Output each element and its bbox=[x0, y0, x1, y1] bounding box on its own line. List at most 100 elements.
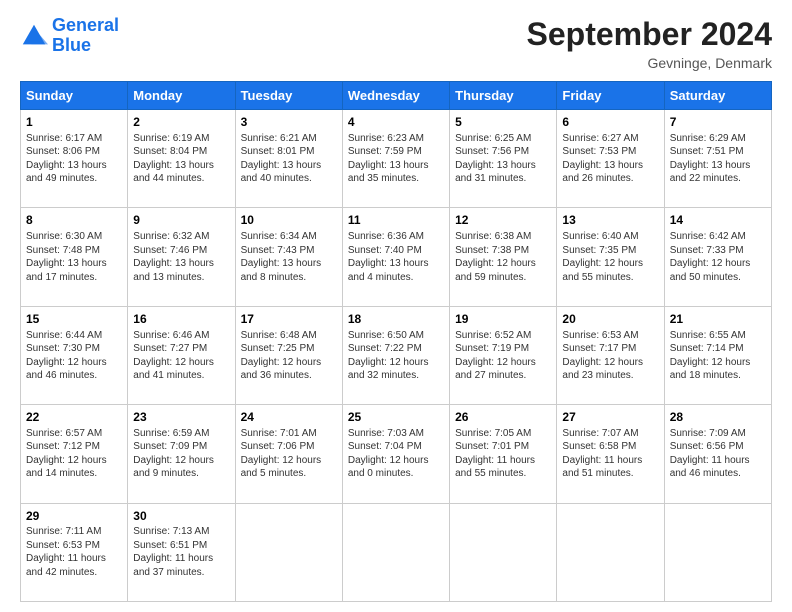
day-number: 7 bbox=[670, 114, 766, 131]
day-detail: Sunrise: 7:03 AMSunset: 7:04 PMDaylight:… bbox=[348, 427, 444, 481]
calendar-cell: 2Sunrise: 6:19 AMSunset: 8:04 PMDaylight… bbox=[128, 110, 235, 208]
calendar-cell: 24Sunrise: 7:01 AMSunset: 7:06 PMDayligh… bbox=[235, 405, 342, 503]
day-number: 3 bbox=[241, 114, 337, 131]
day-number: 4 bbox=[348, 114, 444, 131]
header: General Blue September 2024 Gevninge, De… bbox=[20, 16, 772, 71]
calendar-cell: 21Sunrise: 6:55 AMSunset: 7:14 PMDayligh… bbox=[664, 306, 771, 404]
col-header-saturday: Saturday bbox=[664, 82, 771, 110]
calendar-cell: 26Sunrise: 7:05 AMSunset: 7:01 PMDayligh… bbox=[450, 405, 557, 503]
day-number: 9 bbox=[133, 212, 229, 229]
page: General Blue September 2024 Gevninge, De… bbox=[0, 0, 792, 612]
week-row-4: 22Sunrise: 6:57 AMSunset: 7:12 PMDayligh… bbox=[21, 405, 772, 503]
calendar-cell: 16Sunrise: 6:46 AMSunset: 7:27 PMDayligh… bbox=[128, 306, 235, 404]
day-number: 10 bbox=[241, 212, 337, 229]
day-number: 19 bbox=[455, 311, 551, 328]
day-number: 29 bbox=[26, 508, 122, 525]
day-detail: Sunrise: 6:46 AMSunset: 7:27 PMDaylight:… bbox=[133, 329, 229, 383]
day-number: 13 bbox=[562, 212, 658, 229]
col-header-monday: Monday bbox=[128, 82, 235, 110]
day-detail: Sunrise: 6:52 AMSunset: 7:19 PMDaylight:… bbox=[455, 329, 551, 383]
day-detail: Sunrise: 6:40 AMSunset: 7:35 PMDaylight:… bbox=[562, 230, 658, 284]
calendar-cell: 22Sunrise: 6:57 AMSunset: 7:12 PMDayligh… bbox=[21, 405, 128, 503]
location: Gevninge, Denmark bbox=[527, 55, 772, 71]
day-number: 28 bbox=[670, 409, 766, 426]
day-detail: Sunrise: 6:25 AMSunset: 7:56 PMDaylight:… bbox=[455, 132, 551, 186]
day-detail: Sunrise: 6:48 AMSunset: 7:25 PMDaylight:… bbox=[241, 329, 337, 383]
day-detail: Sunrise: 6:23 AMSunset: 7:59 PMDaylight:… bbox=[348, 132, 444, 186]
week-row-1: 1Sunrise: 6:17 AMSunset: 8:06 PMDaylight… bbox=[21, 110, 772, 208]
calendar-cell bbox=[235, 503, 342, 601]
day-detail: Sunrise: 6:53 AMSunset: 7:17 PMDaylight:… bbox=[562, 329, 658, 383]
day-detail: Sunrise: 7:11 AMSunset: 6:53 PMDaylight:… bbox=[26, 525, 122, 579]
calendar-cell: 15Sunrise: 6:44 AMSunset: 7:30 PMDayligh… bbox=[21, 306, 128, 404]
col-header-thursday: Thursday bbox=[450, 82, 557, 110]
calendar-cell: 23Sunrise: 6:59 AMSunset: 7:09 PMDayligh… bbox=[128, 405, 235, 503]
month-title: September 2024 bbox=[527, 16, 772, 53]
day-number: 30 bbox=[133, 508, 229, 525]
calendar-cell: 12Sunrise: 6:38 AMSunset: 7:38 PMDayligh… bbox=[450, 208, 557, 306]
day-number: 5 bbox=[455, 114, 551, 131]
calendar-cell: 18Sunrise: 6:50 AMSunset: 7:22 PMDayligh… bbox=[342, 306, 449, 404]
calendar-cell: 6Sunrise: 6:27 AMSunset: 7:53 PMDaylight… bbox=[557, 110, 664, 208]
calendar-cell: 27Sunrise: 7:07 AMSunset: 6:58 PMDayligh… bbox=[557, 405, 664, 503]
day-number: 21 bbox=[670, 311, 766, 328]
logo-text: General Blue bbox=[52, 16, 119, 56]
day-number: 24 bbox=[241, 409, 337, 426]
calendar-cell: 8Sunrise: 6:30 AMSunset: 7:48 PMDaylight… bbox=[21, 208, 128, 306]
calendar-cell: 30Sunrise: 7:13 AMSunset: 6:51 PMDayligh… bbox=[128, 503, 235, 601]
day-number: 20 bbox=[562, 311, 658, 328]
calendar-cell: 13Sunrise: 6:40 AMSunset: 7:35 PMDayligh… bbox=[557, 208, 664, 306]
day-number: 18 bbox=[348, 311, 444, 328]
col-header-friday: Friday bbox=[557, 82, 664, 110]
calendar-cell: 9Sunrise: 6:32 AMSunset: 7:46 PMDaylight… bbox=[128, 208, 235, 306]
logo: General Blue bbox=[20, 16, 119, 56]
day-detail: Sunrise: 7:13 AMSunset: 6:51 PMDaylight:… bbox=[133, 525, 229, 579]
calendar-cell bbox=[664, 503, 771, 601]
week-row-5: 29Sunrise: 7:11 AMSunset: 6:53 PMDayligh… bbox=[21, 503, 772, 601]
day-number: 6 bbox=[562, 114, 658, 131]
day-number: 11 bbox=[348, 212, 444, 229]
week-row-3: 15Sunrise: 6:44 AMSunset: 7:30 PMDayligh… bbox=[21, 306, 772, 404]
col-header-sunday: Sunday bbox=[21, 82, 128, 110]
calendar-cell bbox=[342, 503, 449, 601]
day-number: 26 bbox=[455, 409, 551, 426]
logo-icon bbox=[20, 22, 48, 50]
col-header-tuesday: Tuesday bbox=[235, 82, 342, 110]
calendar-cell: 3Sunrise: 6:21 AMSunset: 8:01 PMDaylight… bbox=[235, 110, 342, 208]
calendar-cell: 25Sunrise: 7:03 AMSunset: 7:04 PMDayligh… bbox=[342, 405, 449, 503]
day-detail: Sunrise: 6:50 AMSunset: 7:22 PMDaylight:… bbox=[348, 329, 444, 383]
day-detail: Sunrise: 6:27 AMSunset: 7:53 PMDaylight:… bbox=[562, 132, 658, 186]
day-detail: Sunrise: 6:38 AMSunset: 7:38 PMDaylight:… bbox=[455, 230, 551, 284]
calendar-cell: 17Sunrise: 6:48 AMSunset: 7:25 PMDayligh… bbox=[235, 306, 342, 404]
day-detail: Sunrise: 6:36 AMSunset: 7:40 PMDaylight:… bbox=[348, 230, 444, 284]
calendar: SundayMondayTuesdayWednesdayThursdayFrid… bbox=[20, 81, 772, 602]
calendar-cell: 1Sunrise: 6:17 AMSunset: 8:06 PMDaylight… bbox=[21, 110, 128, 208]
day-detail: Sunrise: 6:44 AMSunset: 7:30 PMDaylight:… bbox=[26, 329, 122, 383]
calendar-cell: 7Sunrise: 6:29 AMSunset: 7:51 PMDaylight… bbox=[664, 110, 771, 208]
day-number: 14 bbox=[670, 212, 766, 229]
calendar-cell: 28Sunrise: 7:09 AMSunset: 6:56 PMDayligh… bbox=[664, 405, 771, 503]
calendar-cell bbox=[557, 503, 664, 601]
day-number: 27 bbox=[562, 409, 658, 426]
day-number: 2 bbox=[133, 114, 229, 131]
week-row-2: 8Sunrise: 6:30 AMSunset: 7:48 PMDaylight… bbox=[21, 208, 772, 306]
day-number: 15 bbox=[26, 311, 122, 328]
day-detail: Sunrise: 6:29 AMSunset: 7:51 PMDaylight:… bbox=[670, 132, 766, 186]
day-detail: Sunrise: 6:21 AMSunset: 8:01 PMDaylight:… bbox=[241, 132, 337, 186]
day-detail: Sunrise: 6:30 AMSunset: 7:48 PMDaylight:… bbox=[26, 230, 122, 284]
day-detail: Sunrise: 7:07 AMSunset: 6:58 PMDaylight:… bbox=[562, 427, 658, 481]
day-detail: Sunrise: 7:01 AMSunset: 7:06 PMDaylight:… bbox=[241, 427, 337, 481]
day-number: 25 bbox=[348, 409, 444, 426]
calendar-cell: 29Sunrise: 7:11 AMSunset: 6:53 PMDayligh… bbox=[21, 503, 128, 601]
day-detail: Sunrise: 7:05 AMSunset: 7:01 PMDaylight:… bbox=[455, 427, 551, 481]
day-number: 12 bbox=[455, 212, 551, 229]
day-number: 8 bbox=[26, 212, 122, 229]
day-detail: Sunrise: 6:19 AMSunset: 8:04 PMDaylight:… bbox=[133, 132, 229, 186]
day-number: 22 bbox=[26, 409, 122, 426]
day-detail: Sunrise: 6:32 AMSunset: 7:46 PMDaylight:… bbox=[133, 230, 229, 284]
day-detail: Sunrise: 6:57 AMSunset: 7:12 PMDaylight:… bbox=[26, 427, 122, 481]
day-detail: Sunrise: 6:34 AMSunset: 7:43 PMDaylight:… bbox=[241, 230, 337, 284]
day-detail: Sunrise: 7:09 AMSunset: 6:56 PMDaylight:… bbox=[670, 427, 766, 481]
calendar-cell: 10Sunrise: 6:34 AMSunset: 7:43 PMDayligh… bbox=[235, 208, 342, 306]
title-area: September 2024 Gevninge, Denmark bbox=[527, 16, 772, 71]
